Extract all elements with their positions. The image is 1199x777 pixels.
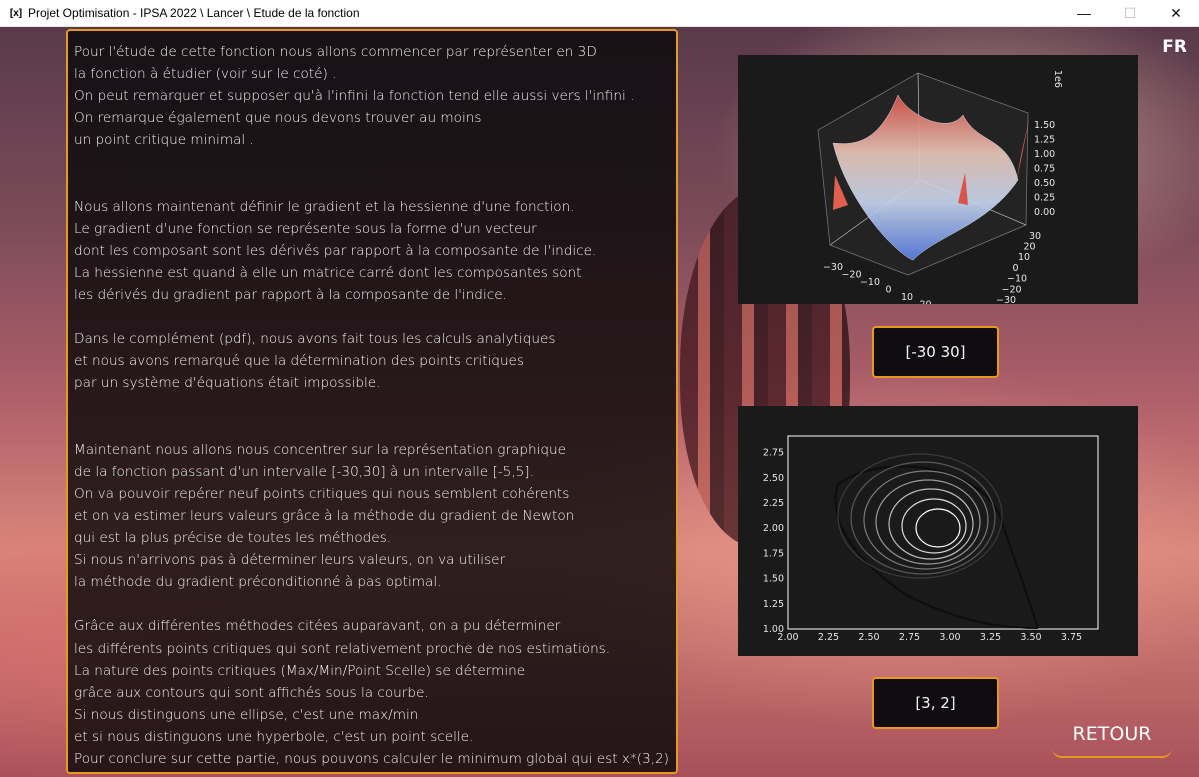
x-tick-label: 20 [919,300,931,305]
contour-x-tick-label: 2.75 [899,632,920,643]
contour-plot: 2.00 2.25 2.50 2.75 3.00 3.25 3.50 3.75 1.00 1.2… [738,406,1138,656]
text-line: par un système d'équations était impossi… [74,375,381,392]
maximize-button[interactable]: ☐ [1107,0,1153,26]
text-line: de la fonction passant d'un intervalle [… [74,463,534,480]
text-line: et on va estimer leurs valeurs grâce à l… [74,507,575,524]
x-tick-label: −20 [841,270,861,281]
text-line: On peut remarquer et supposer qu'à l'inf… [74,88,635,105]
contour-y-tick-label: 2.50 [763,473,784,484]
app-icon: [x] [9,7,23,19]
contour-x-ticks: 2.00 2.25 2.50 2.75 3.00 3.25 3.50 3.75 [777,632,1082,643]
contour-y-tick-label: 2.00 [763,523,784,534]
y-tick-label: −10 [1007,274,1027,285]
y-tick-label: 0 [1013,263,1019,274]
text-line: On remarque également que nous devons tr… [74,110,482,127]
text-line: et nous avons remarqué que la déterminat… [74,353,525,370]
x-axis-ticks: −30−20−100102030 [823,262,932,305]
z-tick-label: 0.75 [1034,164,1055,175]
contour-y-tick-label: 1.75 [763,548,784,559]
point-button[interactable]: [3, 2] [872,677,999,729]
text-line: la méthode du gradient préconditionné à … [74,574,442,591]
z-tick-label: 0.00 [1034,207,1055,218]
y-tick-label: 30 [1029,231,1041,242]
z-axis-ticks: 0.00 0.25 0.50 0.75 1.00 1.25 1.50 [1034,120,1055,218]
window-controls: — ☐ ✕ [1061,0,1199,26]
y-tick-label: 20 [1024,242,1036,253]
text-line: On va pouvoir repérer neuf points critiq… [74,485,570,502]
y-axis-ticks: −30−20−100102030 [996,231,1041,304]
x-tick-label: −30 [823,262,843,273]
contour-x-tick-label: 3.50 [1020,632,1041,643]
text-line: Pour l'étude de cette fonction nous allo… [74,44,597,60]
text-line: Si nous n'arrivons pas à déterminer leur… [74,552,506,569]
y-tick-label: −30 [996,295,1016,304]
window-title: Projet Optimisation - IPSA 2022 \ Lancer… [28,6,360,20]
contour-y-tick-label: 2.75 [763,448,784,459]
contour-x-tick-label: 3.25 [980,632,1001,643]
z-scale-label: 1e6 [1052,70,1063,88]
contour-x-tick-label: 2.50 [858,632,879,643]
z-tick-label: 0.50 [1034,178,1055,189]
text-line: grâce aux contours qui sont affichés sou… [74,684,429,701]
window-titlebar: [x] Projet Optimisation - IPSA 2022 \ La… [0,0,1199,27]
contour-y-tick-label: 1.00 [763,624,784,635]
text-line: Dans le complément (pdf), nous avons fai… [74,331,556,348]
contour-y-tick-label: 1.25 [763,599,784,610]
language-toggle[interactable]: FR [1162,37,1187,57]
text-line: Grâce aux différentes méthodes citées au… [74,618,561,635]
contour-y-tick-label: 2.25 [763,498,784,509]
z-tick-label: 1.00 [1034,149,1055,160]
text-line: Si nous distinguons une ellipse, c'est u… [74,706,419,723]
x-tick-label: 0 [885,285,891,296]
z-tick-label: 1.50 [1034,120,1055,131]
text-line: les différents points critiques qui sont… [74,640,611,657]
contour-x-tick-label: 3.75 [1061,632,1082,643]
close-button[interactable]: ✕ [1153,0,1199,26]
text-line: Pour conclure sur cette partie, nous pou… [74,751,669,767]
surface-plot: 1e6 0.00 0.25 0.50 0.75 1.00 1.25 1.50 −30 −20−… [738,55,1138,304]
text-line: dont les composant sont les dérivés par … [74,242,597,259]
text-line: les dérivés du gradient par rapport à la… [74,287,507,304]
text-line: Maintenant nous allons nous concentrer s… [74,441,566,458]
x-tick-label: −10 [860,277,880,288]
contour-y-ticks: 1.00 1.25 1.50 1.75 2.00 2.25 2.50 2.75 [763,448,784,635]
explanation-text-panel[interactable]: Pour l'étude de cette fonction nous allo… [66,29,678,774]
text-line: la fonction à étudier (voir sur le coté)… [74,66,337,83]
contour-x-tick-label: 3.00 [939,632,960,643]
minimize-button[interactable]: — [1061,0,1107,26]
text-line: un point critique minimal . [74,132,254,149]
contour-y-tick-label: 1.50 [763,574,784,585]
z-tick-label: 0.25 [1034,193,1055,204]
text-line: Nous allons maintenant définir le gradie… [74,198,575,215]
y-tick-label: −20 [1002,284,1022,295]
x-tick-label: 10 [901,292,913,303]
retour-button[interactable]: RETOUR [1052,712,1172,758]
text-line: La nature des points critiques (Max/Min/… [74,662,526,679]
contour-x-tick-label: 2.25 [818,632,839,643]
y-tick-label: 10 [1018,252,1030,263]
text-line: La hessienne est quand à elle un matrice… [74,264,582,281]
text-line: et si nous distinguons une hyperbole, c'… [74,728,474,745]
text-line: Le gradient d'une fonction se représente… [74,220,537,237]
text-line: qui est la plus précise de toutes les mé… [74,530,392,547]
interval-button[interactable]: [-30 30] [872,326,999,378]
z-tick-label: 1.25 [1034,135,1055,146]
